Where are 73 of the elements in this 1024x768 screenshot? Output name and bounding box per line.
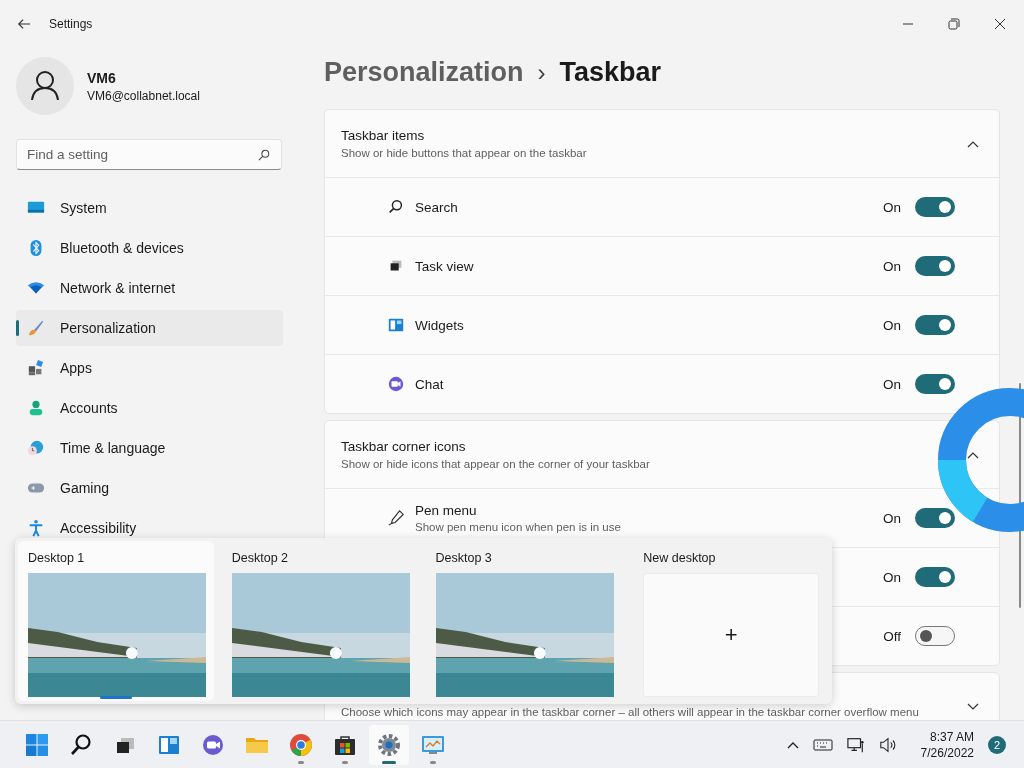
nav-item[interactable]: Gaming [16,470,283,506]
accessibility-icon [27,519,45,537]
toggle-state-text: Off [883,628,901,644]
scrollbar[interactable] [1019,383,1021,608]
search-icon [69,732,93,757]
nav-item[interactable]: Apps [16,350,283,386]
brush-icon [27,319,45,337]
plus-text: + [724,622,738,648]
setting-label: Search [415,199,459,215]
toggle-state-text: On [883,258,901,274]
pen-icon [387,509,405,527]
toggle-switch[interactable] [915,626,955,646]
toggle-switch[interactable] [915,567,955,587]
section-title: Taskbar items [341,128,426,143]
windows-logo-icon [25,732,49,757]
section-title: Taskbar corner icons [341,439,467,454]
setting-label: Chat [415,376,445,392]
browser-icon [289,732,313,757]
chat-icon [201,732,225,757]
toggle-switch[interactable] [915,197,955,217]
toggle-state-text: On [883,376,901,392]
nav-item[interactable]: System [16,190,283,226]
collapse-chevron-icon[interactable] [967,139,979,148]
person-icon [27,399,45,417]
setting-label: Task view [415,258,475,274]
globe-clock-icon [27,439,45,457]
volume-icon[interactable] [878,735,897,754]
section-subtitle: Choose which icons may appear in the taskbar corner – all others will appear in the taskbar corner overflow menu [341,705,920,718]
nav-item[interactable]: Bluetooth & devices [16,230,283,266]
close-icon[interactable] [994,18,1006,30]
settings-button[interactable] [369,724,409,765]
window-title: Settings [49,17,93,31]
toggle-switch[interactable] [915,315,955,335]
avatar-icon [16,57,74,115]
user-name: VM6 [87,69,117,86]
toggle-switch[interactable] [915,508,955,528]
setting-label: Widgets [415,317,465,333]
search-field[interactable]: Find a setting [16,139,282,170]
page-title: Taskbar [559,57,662,88]
section-subtitle: Show or hide icons that appear on the corner of your taskbar [341,458,651,470]
section-subtitle: Show or hide buttons that appear on the taskbar [341,147,588,159]
search-icon [387,198,405,216]
toggle-switch[interactable] [915,374,955,394]
clock[interactable]: 8:37 AM 7/26/2022 [920,729,974,760]
apps-icon [27,359,45,377]
breadcrumb-separator: › [537,59,546,87]
back-icon[interactable] [17,17,31,31]
notification-badge[interactable]: 2 [988,735,1006,754]
collapse-chevron-icon[interactable] [967,450,979,459]
user-email: VM6@collabnet.local [87,88,200,103]
show-hidden-icons-icon[interactable] [786,740,799,749]
nav-item[interactable]: Time & language [16,430,283,466]
setting-label: Pen menu [415,503,478,518]
gear-icon [377,732,401,757]
chat-icon [387,375,405,393]
setting-description: Show pen menu icon when pen is in use [415,521,622,533]
widgets-icon [387,316,405,334]
desktop-tile[interactable]: Desktop 3 [425,541,622,701]
toggle-state-text: On [883,199,901,215]
toggle-state-text: On [883,317,901,333]
breadcrumb-parent[interactable]: Personalization [324,57,524,88]
toggle-state-text: On [883,569,901,585]
desktop-tile[interactable]: Desktop 1 [18,541,214,701]
toggle-switch[interactable] [915,256,955,276]
nav-item[interactable]: Personalization [16,310,283,346]
nav-item[interactable]: Accounts [16,390,283,426]
network-icon[interactable] [846,735,865,754]
expand-chevron-icon[interactable] [967,702,979,711]
keyboard-icon[interactable] [812,737,833,752]
nav-item[interactable]: Network & internet [16,270,283,306]
toggle-state-text: On [883,510,901,526]
restore-icon[interactable] [948,18,960,30]
search-icon [258,149,270,161]
